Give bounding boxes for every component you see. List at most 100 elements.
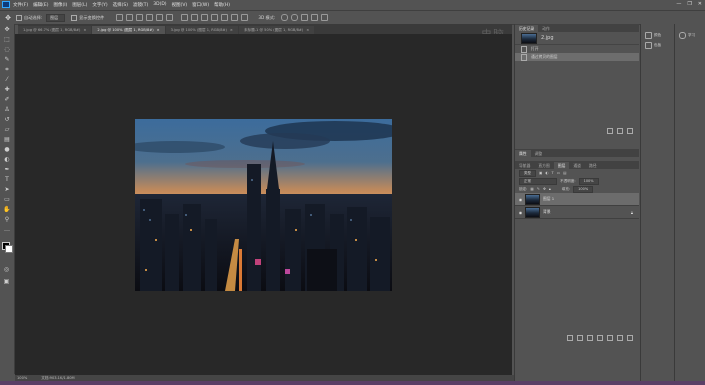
- tab-histogram[interactable]: 直方图: [534, 162, 553, 169]
- document-tab[interactable]: 1.jpg @ 66.7% (图层 1, RGB/8#) ×: [18, 26, 92, 34]
- zoom-tool-icon[interactable]: ⚲: [3, 215, 12, 224]
- eraser-tool-icon[interactable]: ▱: [3, 125, 12, 134]
- rectangle-tool-icon[interactable]: ▭: [3, 195, 12, 204]
- history-brush-tool-icon[interactable]: ↺: [3, 115, 12, 124]
- opacity-field[interactable]: 100%: [578, 177, 599, 185]
- blend-mode-dropdown[interactable]: 正常: [519, 177, 557, 185]
- distribute-left-icon[interactable]: [211, 14, 219, 21]
- distribute-bottom-icon[interactable]: [201, 14, 209, 21]
- 3d-roll-icon[interactable]: [291, 14, 299, 21]
- link-layers-icon[interactable]: [567, 335, 573, 341]
- delete-layer-icon[interactable]: [627, 335, 633, 341]
- 3d-orbit-icon[interactable]: [281, 14, 289, 21]
- pen-tool-icon[interactable]: ✒: [3, 165, 12, 174]
- eye-icon[interactable]: ◉: [518, 197, 523, 202]
- new-snapshot-icon[interactable]: [617, 128, 623, 134]
- document-tab[interactable]: 3.jpg @ 100% (图层 1, RGB/8#) ×: [165, 26, 238, 34]
- 3d-slide-icon[interactable]: [311, 14, 319, 21]
- brush-tool-icon[interactable]: ✐: [3, 95, 12, 104]
- distribute-right-icon[interactable]: [231, 14, 239, 21]
- lock-all-icon[interactable]: 🔒︎: [549, 187, 551, 191]
- menu-view[interactable]: 视图(V): [172, 2, 188, 8]
- move-tool-icon[interactable]: ✥: [3, 25, 12, 34]
- type-tool-icon[interactable]: T: [3, 175, 12, 184]
- menu-3d[interactable]: 3D(D): [153, 2, 166, 7]
- layer-row[interactable]: ◉ 背景 🔒︎: [515, 206, 639, 219]
- tab-actions[interactable]: 动作: [538, 25, 554, 32]
- path-select-tool-icon[interactable]: ➤: [3, 185, 12, 194]
- history-item[interactable]: 打开: [515, 45, 639, 53]
- filter-smart-object-icon[interactable]: ▤: [563, 171, 566, 175]
- move-tool-icon[interactable]: ✥: [4, 14, 12, 22]
- menu-type[interactable]: 文字(Y): [92, 2, 107, 8]
- quick-mask-icon[interactable]: ◎: [2, 265, 11, 274]
- color-panel-button[interactable]: 颜色: [641, 30, 674, 40]
- maximize-button[interactable]: ❐: [687, 1, 691, 7]
- transform-controls-checkbox[interactable]: [71, 14, 78, 21]
- blur-tool-icon[interactable]: ●: [3, 145, 12, 154]
- distribute-vcenter-icon[interactable]: [191, 14, 199, 21]
- menu-file[interactable]: 文件(F): [13, 2, 28, 8]
- menu-image[interactable]: 图像(I): [53, 2, 67, 8]
- layer-style-icon[interactable]: [577, 335, 583, 341]
- new-layer-icon[interactable]: [617, 335, 623, 341]
- more-tools-icon[interactable]: …: [3, 225, 12, 234]
- menu-window[interactable]: 窗口(W): [192, 2, 209, 8]
- tab-channels[interactable]: 通道: [569, 162, 585, 169]
- menu-filter[interactable]: 滤镜(T): [133, 2, 148, 8]
- 3d-drag-icon[interactable]: [301, 14, 309, 21]
- tab-navigator[interactable]: 导航器: [515, 162, 534, 169]
- dodge-tool-icon[interactable]: ◐: [3, 155, 12, 164]
- close-button[interactable]: ✕: [698, 1, 702, 7]
- filter-shape-icon[interactable]: ▭: [557, 171, 560, 175]
- menu-edit[interactable]: 编辑(E): [33, 2, 48, 8]
- layer-name[interactable]: 图层 1: [543, 196, 554, 202]
- lock-pixels-icon[interactable]: ✎: [537, 187, 540, 191]
- history-item-selected[interactable]: 通过拷贝的图层: [515, 53, 639, 61]
- adjustment-layer-icon[interactable]: [597, 335, 603, 341]
- document-tab-active[interactable]: 2.jpg @ 100% (图层 1, RGB/8#) ×: [92, 26, 165, 34]
- healing-brush-tool-icon[interactable]: ✚: [3, 85, 12, 94]
- distribute-top-icon[interactable]: [181, 14, 189, 21]
- clone-stamp-tool-icon[interactable]: ♙: [3, 105, 12, 114]
- close-tab-icon[interactable]: ×: [230, 28, 233, 32]
- history-snapshot[interactable]: 2.jpg: [515, 32, 639, 45]
- tab-properties[interactable]: 属性: [515, 150, 531, 157]
- gradient-tool-icon[interactable]: ▤: [3, 135, 12, 144]
- lock-transparent-icon[interactable]: ▦: [530, 187, 533, 191]
- align-left-icon[interactable]: [146, 14, 154, 21]
- layer-row-selected[interactable]: ◉ 图层 1: [515, 193, 639, 206]
- close-tab-icon[interactable]: ×: [306, 28, 309, 32]
- lock-position-icon[interactable]: ✥: [543, 187, 546, 191]
- hand-tool-icon[interactable]: ✋: [3, 205, 12, 214]
- align-right-icon[interactable]: [166, 14, 174, 21]
- kind-filter-dropdown[interactable]: 类型: [519, 169, 536, 177]
- minimize-button[interactable]: —: [676, 1, 681, 7]
- menu-help[interactable]: 帮助(H): [214, 2, 230, 8]
- add-mask-icon[interactable]: [587, 335, 593, 341]
- new-group-icon[interactable]: [607, 335, 613, 341]
- tab-layers[interactable]: 图层: [553, 162, 570, 169]
- align-hcenter-icon[interactable]: [156, 14, 164, 21]
- city-photo[interactable]: [135, 119, 392, 291]
- align-vcenter-icon[interactable]: [126, 14, 134, 21]
- menu-select[interactable]: 选择(S): [113, 2, 128, 8]
- tab-adjustments[interactable]: 调整: [531, 150, 547, 157]
- quick-select-tool-icon[interactable]: ✎: [3, 55, 12, 64]
- align-top-icon[interactable]: [116, 14, 124, 21]
- canvas-area[interactable]: [15, 34, 512, 375]
- new-document-from-state-icon[interactable]: [607, 128, 613, 134]
- delete-state-icon[interactable]: [627, 128, 633, 134]
- eyedropper-tool-icon[interactable]: ⁄: [3, 75, 12, 84]
- eye-icon[interactable]: ◉: [518, 210, 523, 215]
- lasso-tool-icon[interactable]: ◌: [3, 45, 12, 54]
- auto-align-icon[interactable]: [241, 14, 249, 21]
- learn-panel-button[interactable]: 学习: [675, 30, 705, 40]
- screen-mode-icon[interactable]: ▣: [2, 277, 11, 286]
- menu-layer[interactable]: 图层(L): [72, 2, 87, 8]
- close-tab-icon[interactable]: ×: [83, 28, 86, 32]
- filter-pixel-icon[interactable]: ▣: [539, 171, 542, 175]
- 3d-scale-icon[interactable]: [321, 14, 329, 21]
- swatches-panel-button[interactable]: 色板: [641, 40, 674, 50]
- marquee-tool-icon[interactable]: ⬚: [3, 35, 12, 44]
